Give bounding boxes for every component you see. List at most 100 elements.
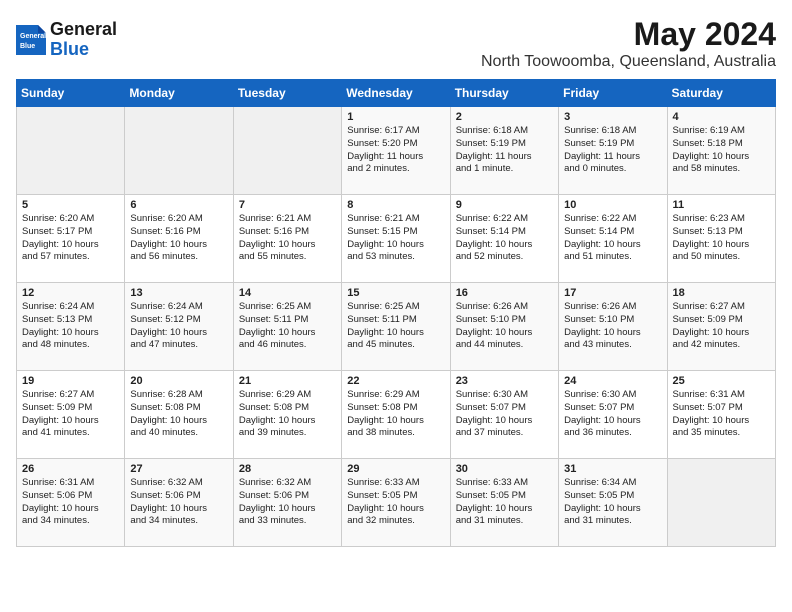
calendar-cell: 6 Sunrise: 6:20 AM Sunset: 5:16 PM Daylig… (125, 195, 233, 283)
subtitle: North Toowoomba, Queensland, Australia (481, 53, 776, 71)
calendar-cell: 30 Sunrise: 6:33 AM Sunset: 5:05 PM Dayli… (450, 459, 558, 547)
calendar-cell: 24 Sunrise: 6:30 AM Sunset: 5:07 PM Dayli… (559, 371, 667, 459)
day-info: Sunrise: 6:32 AM Sunset: 5:06 PM Dayligh… (239, 477, 336, 528)
day-info: Sunrise: 6:26 AM Sunset: 5:10 PM Dayligh… (564, 301, 661, 352)
calendar-cell: 31 Sunrise: 6:34 AM Sunset: 5:05 PM Dayli… (559, 459, 667, 547)
day-info: Sunrise: 6:24 AM Sunset: 5:13 PM Dayligh… (22, 301, 119, 352)
logo-text: General Blue (50, 20, 117, 60)
day-info: Sunrise: 6:31 AM Sunset: 5:06 PM Dayligh… (22, 477, 119, 528)
day-info: Sunrise: 6:25 AM Sunset: 5:11 PM Dayligh… (347, 301, 444, 352)
calendar-cell: 23Sunrise: 6:30 AM Sunset: 5:07 PM Dayli… (450, 371, 558, 459)
day-info: Sunrise: 6:20 AM Sunset: 5:17 PM Dayligh… (22, 213, 119, 264)
logo: General Blue General Blue (16, 20, 117, 60)
calendar-week-row: 19Sunrise: 6:27 AM Sunset: 5:09 PM Dayli… (17, 371, 776, 459)
day-number: 24 (564, 375, 661, 387)
day-number: 1 (347, 111, 444, 123)
main-title: May 2024 (481, 16, 776, 53)
calendar-cell: 20Sunrise: 6:28 AM Sunset: 5:08 PM Dayli… (125, 371, 233, 459)
day-number: 10 (564, 199, 661, 211)
day-number: 2 (456, 111, 553, 123)
svg-text:Blue: Blue (20, 43, 35, 50)
calendar-cell: 28 Sunrise: 6:32 AM Sunset: 5:06 PM Dayli… (233, 459, 341, 547)
page-header: General Blue General Blue May 2024 North… (16, 16, 776, 71)
calendar-cell: 3Sunrise: 6:18 AM Sunset: 5:19 PM Daylig… (559, 107, 667, 195)
column-header-monday: Monday (125, 80, 233, 107)
day-info: Sunrise: 6:34 AM Sunset: 5:05 PM Dayligh… (564, 477, 661, 528)
day-number: 13 (130, 287, 227, 299)
calendar-cell: 17 Sunrise: 6:26 AM Sunset: 5:10 PM Dayli… (559, 283, 667, 371)
day-number: 30 (456, 463, 553, 475)
day-number: 9 (456, 199, 553, 211)
day-number: 25 (673, 375, 770, 387)
calendar-cell: 27 Sunrise: 6:32 AM Sunset: 5:06 PM Dayli… (125, 459, 233, 547)
calendar-cell: 11Sunrise: 6:23 AM Sunset: 5:13 PM Dayli… (667, 195, 775, 283)
title-block: May 2024 North Toowoomba, Queensland, Au… (481, 16, 776, 71)
day-number: 28 (239, 463, 336, 475)
day-number: 15 (347, 287, 444, 299)
calendar-cell: 1Sunrise: 6:17 AM Sunset: 5:20 PM Daylig… (342, 107, 450, 195)
day-number: 12 (22, 287, 119, 299)
column-header-thursday: Thursday (450, 80, 558, 107)
calendar-week-row: 1Sunrise: 6:17 AM Sunset: 5:20 PM Daylig… (17, 107, 776, 195)
calendar-cell: 10 Sunrise: 6:22 AM Sunset: 5:14 PM Dayli… (559, 195, 667, 283)
logo-blue: Blue (50, 40, 117, 60)
calendar-cell: 25Sunrise: 6:31 AM Sunset: 5:07 PM Dayli… (667, 371, 775, 459)
day-info: Sunrise: 6:27 AM Sunset: 5:09 PM Dayligh… (22, 389, 119, 440)
logo-general: General (50, 20, 117, 40)
calendar-cell: 12 Sunrise: 6:24 AM Sunset: 5:13 PM Dayli… (17, 283, 125, 371)
column-header-tuesday: Tuesday (233, 80, 341, 107)
day-info: Sunrise: 6:22 AM Sunset: 5:14 PM Dayligh… (564, 213, 661, 264)
day-info: Sunrise: 6:18 AM Sunset: 5:19 PM Dayligh… (456, 125, 553, 176)
day-number: 21 (239, 375, 336, 387)
calendar-cell: 29Sunrise: 6:33 AM Sunset: 5:05 PM Dayli… (342, 459, 450, 547)
day-number: 4 (673, 111, 770, 123)
column-header-friday: Friday (559, 80, 667, 107)
calendar-cell: 4 Sunrise: 6:19 AM Sunset: 5:18 PM Daylig… (667, 107, 775, 195)
calendar-cell: 7 Sunrise: 6:21 AM Sunset: 5:16 PM Daylig… (233, 195, 341, 283)
calendar-cell: 22Sunrise: 6:29 AM Sunset: 5:08 PM Dayli… (342, 371, 450, 459)
day-number: 27 (130, 463, 227, 475)
calendar-cell (17, 107, 125, 195)
day-number: 31 (564, 463, 661, 475)
day-number: 11 (673, 199, 770, 211)
day-number: 26 (22, 463, 119, 475)
day-number: 20 (130, 375, 227, 387)
calendar-cell: 14 Sunrise: 6:25 AM Sunset: 5:11 PM Dayli… (233, 283, 341, 371)
calendar-week-row: 5Sunrise: 6:20 AM Sunset: 5:17 PM Daylig… (17, 195, 776, 283)
calendar-cell: 2 Sunrise: 6:18 AM Sunset: 5:19 PM Daylig… (450, 107, 558, 195)
calendar-cell: 13 Sunrise: 6:24 AM Sunset: 5:12 PM Dayli… (125, 283, 233, 371)
calendar-cell (125, 107, 233, 195)
calendar-cell: 16Sunrise: 6:26 AM Sunset: 5:10 PM Dayli… (450, 283, 558, 371)
calendar-week-row: 26 Sunrise: 6:31 AM Sunset: 5:06 PM Dayli… (17, 459, 776, 547)
day-info: Sunrise: 6:20 AM Sunset: 5:16 PM Dayligh… (130, 213, 227, 264)
calendar-week-row: 12 Sunrise: 6:24 AM Sunset: 5:13 PM Dayli… (17, 283, 776, 371)
day-info: Sunrise: 6:30 AM Sunset: 5:07 PM Dayligh… (564, 389, 661, 440)
column-header-wednesday: Wednesday (342, 80, 450, 107)
svg-text:General: General (20, 33, 46, 40)
day-info: Sunrise: 6:24 AM Sunset: 5:12 PM Dayligh… (130, 301, 227, 352)
day-info: Sunrise: 6:21 AM Sunset: 5:16 PM Dayligh… (239, 213, 336, 264)
day-number: 22 (347, 375, 444, 387)
day-number: 29 (347, 463, 444, 475)
logo-icon: General Blue (16, 25, 46, 55)
day-number: 14 (239, 287, 336, 299)
day-number: 17 (564, 287, 661, 299)
calendar-cell: 9Sunrise: 6:22 AM Sunset: 5:14 PM Daylig… (450, 195, 558, 283)
day-info: Sunrise: 6:19 AM Sunset: 5:18 PM Dayligh… (673, 125, 770, 176)
day-number: 6 (130, 199, 227, 211)
day-info: Sunrise: 6:21 AM Sunset: 5:15 PM Dayligh… (347, 213, 444, 264)
day-info: Sunrise: 6:25 AM Sunset: 5:11 PM Dayligh… (239, 301, 336, 352)
calendar-cell: 21Sunrise: 6:29 AM Sunset: 5:08 PM Dayli… (233, 371, 341, 459)
column-header-sunday: Sunday (17, 80, 125, 107)
calendar-cell: 15 Sunrise: 6:25 AM Sunset: 5:11 PM Dayli… (342, 283, 450, 371)
day-info: Sunrise: 6:27 AM Sunset: 5:09 PM Dayligh… (673, 301, 770, 352)
calendar-header-row: SundayMondayTuesdayWednesdayThursdayFrid… (17, 80, 776, 107)
day-info: Sunrise: 6:33 AM Sunset: 5:05 PM Dayligh… (456, 477, 553, 528)
calendar-table: SundayMondayTuesdayWednesdayThursdayFrid… (16, 79, 776, 547)
day-info: Sunrise: 6:30 AM Sunset: 5:07 PM Dayligh… (456, 389, 553, 440)
day-info: Sunrise: 6:32 AM Sunset: 5:06 PM Dayligh… (130, 477, 227, 528)
column-header-saturday: Saturday (667, 80, 775, 107)
day-info: Sunrise: 6:26 AM Sunset: 5:10 PM Dayligh… (456, 301, 553, 352)
day-number: 7 (239, 199, 336, 211)
calendar-cell: 18Sunrise: 6:27 AM Sunset: 5:09 PM Dayli… (667, 283, 775, 371)
